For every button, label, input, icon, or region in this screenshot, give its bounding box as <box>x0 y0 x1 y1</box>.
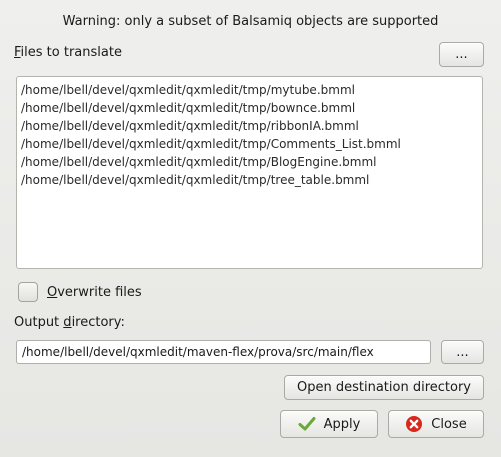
overwrite-checkbox[interactable] <box>18 282 38 302</box>
list-item[interactable]: /home/lbell/devel/qxmledit/qxmledit/tmp/… <box>21 135 478 153</box>
output-label-accel: d <box>63 315 72 330</box>
files-label-rest: iles to translate <box>20 45 122 60</box>
close-circle-icon <box>406 416 423 432</box>
apply-label: Apply <box>323 416 361 432</box>
files-list[interactable]: /home/lbell/devel/qxmledit/qxmledit/tmp/… <box>16 76 483 269</box>
list-item[interactable]: /home/lbell/devel/qxmledit/qxmledit/tmp/… <box>21 81 478 99</box>
output-directory-label: Output directory: <box>14 315 125 330</box>
overwrite-accel: O <box>47 285 58 300</box>
overwrite-label[interactable]: Overwrite files <box>47 285 142 300</box>
open-destination-button[interactable]: Open destination directory <box>284 375 484 400</box>
list-item[interactable]: /home/lbell/devel/qxmledit/qxmledit/tmp/… <box>21 153 478 171</box>
list-item[interactable]: /home/lbell/devel/qxmledit/qxmledit/tmp/… <box>21 171 478 189</box>
close-button[interactable]: Close <box>388 410 484 438</box>
output-directory-input[interactable] <box>16 340 431 364</box>
list-item[interactable]: /home/lbell/devel/qxmledit/qxmledit/tmp/… <box>21 117 478 135</box>
files-list-items: /home/lbell/devel/qxmledit/qxmledit/tmp/… <box>21 81 478 189</box>
output-label-rest: irectory: <box>71 315 125 330</box>
close-label: Close <box>431 416 467 432</box>
output-browse-button[interactable]: ... <box>441 340 484 364</box>
output-label-pre: Output <box>14 315 64 330</box>
translate-dialog: Warning: only a subset of Balsamiq objec… <box>0 0 501 457</box>
list-item[interactable]: /home/lbell/devel/qxmledit/qxmledit/tmp/… <box>21 99 478 117</box>
warning-text: Warning: only a subset of Balsamiq objec… <box>62 14 439 29</box>
checkmark-icon <box>298 417 316 431</box>
files-to-translate-label: Files to translate <box>14 45 122 60</box>
overwrite-rest: verwrite files <box>57 285 142 300</box>
add-files-button[interactable]: ... <box>439 42 484 67</box>
apply-button[interactable]: Apply <box>280 410 378 438</box>
